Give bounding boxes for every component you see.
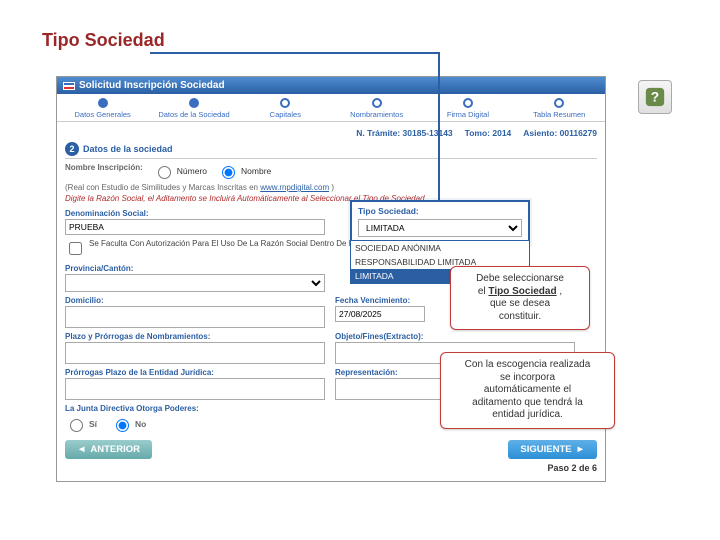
section-header: 2 Datos de la sociedad bbox=[65, 142, 597, 159]
tipo-label: Tipo Sociedad: bbox=[358, 206, 522, 216]
prorrogas-label: Prórrogas Plazo de la Entidad Jurídica: bbox=[65, 368, 325, 377]
radio-no[interactable]: No bbox=[111, 416, 146, 432]
help-button[interactable]: ? bbox=[638, 80, 672, 114]
tomo-number: Tomo: 2014 bbox=[465, 128, 512, 138]
section-title: Datos de la sociedad bbox=[83, 144, 173, 154]
chevron-left-icon: ◄ bbox=[77, 444, 86, 455]
slide-title: Tipo Sociedad bbox=[42, 30, 165, 51]
objeto-label: Objeto/Fines(Extracto): bbox=[335, 332, 575, 341]
domicilio-input[interactable] bbox=[65, 306, 325, 328]
fecha-label: Fecha Vencimiento: bbox=[335, 296, 425, 305]
radio-nombre[interactable]: Nombre bbox=[217, 163, 271, 179]
step-1[interactable]: Datos Generales bbox=[57, 98, 148, 119]
denominacion-label: Denominación Social: bbox=[65, 209, 325, 218]
tipo-sociedad-highlight: Tipo Sociedad: LIMITADA bbox=[350, 200, 530, 245]
nombre-insc-label: Nombre Inscripción: bbox=[65, 163, 143, 172]
step-4[interactable]: Nombramientos bbox=[331, 98, 422, 119]
asiento-number: Asiento: 00116279 bbox=[523, 128, 597, 138]
domicilio-label: Domicilio: bbox=[65, 296, 325, 305]
fecha-input[interactable] bbox=[335, 306, 425, 322]
callout-aditamento: Con la escogencia realizada se incorpora… bbox=[440, 352, 615, 429]
plazo-input[interactable] bbox=[65, 342, 325, 364]
rnp-link[interactable]: www.rnpdigital.com bbox=[260, 183, 329, 192]
step-5[interactable]: Firma Digital bbox=[422, 98, 513, 119]
radio-numero[interactable]: Número bbox=[153, 163, 207, 179]
chevron-right-icon: ► bbox=[576, 444, 585, 455]
arrow-connector bbox=[438, 52, 440, 202]
window-title: Solicitud Inscripción Sociedad bbox=[79, 80, 225, 91]
step-2[interactable]: Datos de la Sociedad bbox=[148, 98, 239, 119]
step-indicator: Paso 2 de 6 bbox=[65, 463, 597, 473]
provincia-select[interactable] bbox=[65, 274, 325, 292]
provincia-label: Provincia/Cantón: bbox=[65, 264, 325, 273]
tipo-select[interactable]: LIMITADA bbox=[358, 219, 522, 237]
arrow-connector bbox=[150, 52, 440, 54]
prorrogas-input[interactable] bbox=[65, 378, 325, 400]
plazo-label: Plazo y Prórrogas de Nombramientos: bbox=[65, 332, 325, 341]
denominacion-input[interactable] bbox=[65, 219, 325, 235]
svg-text:?: ? bbox=[651, 90, 659, 105]
section-number-badge: 2 bbox=[65, 142, 79, 156]
registro-note: (Real con Estudio de Similitudes y Marca… bbox=[65, 183, 597, 192]
callout-tipo: Debe seleccionarse el Tipo Sociedad , qu… bbox=[450, 266, 590, 330]
radio-si[interactable]: Sí bbox=[65, 416, 97, 432]
window-titlebar: Solicitud Inscripción Sociedad bbox=[57, 77, 605, 94]
stepper: Datos Generales Datos de la Sociedad Cap… bbox=[57, 94, 605, 122]
step-6[interactable]: Tabla Resumen bbox=[514, 98, 605, 119]
tipo-option[interactable]: SOCIEDAD ANÓNIMA bbox=[351, 241, 529, 255]
prev-button[interactable]: ◄ ANTERIOR bbox=[65, 440, 152, 459]
next-button[interactable]: SIGUIENTE ► bbox=[508, 440, 597, 459]
step-3[interactable]: Capitales bbox=[240, 98, 331, 119]
info-row: N. Trámite: 30185-13143 Tomo: 2014 Asien… bbox=[65, 126, 597, 142]
flag-icon bbox=[63, 82, 75, 90]
help-icon: ? bbox=[644, 86, 666, 108]
